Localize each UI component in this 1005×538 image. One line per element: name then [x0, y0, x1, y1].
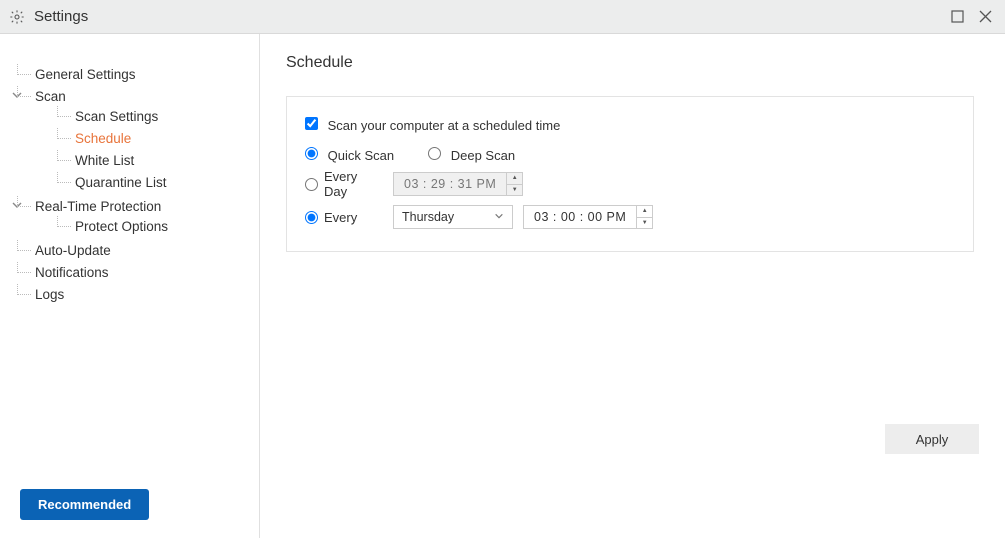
quick-scan-text: Quick Scan: [328, 148, 394, 163]
day-dropdown-value: Thursday: [402, 210, 494, 224]
tree-item-general[interactable]: General Settings: [35, 64, 259, 86]
scheduled-scan-text: Scan your computer at a scheduled time: [328, 118, 561, 133]
every-time-value: 03 : 00 : 00 PM: [524, 210, 636, 224]
sidebar: General Settings Scan Scan Settings Sche…: [0, 34, 260, 538]
quick-scan-radio-label[interactable]: Quick Scan: [305, 147, 394, 163]
tree-item-quarantine[interactable]: Quarantine List: [75, 172, 259, 194]
maximize-button[interactable]: [945, 5, 969, 29]
tree-item-rtp[interactable]: Real-Time Protection Protect Options: [35, 196, 259, 240]
every-radio[interactable]: [305, 211, 318, 224]
tree-item-notifications[interactable]: Notifications: [35, 262, 259, 284]
spin-down-icon[interactable]: ▼: [637, 218, 652, 229]
recommended-button[interactable]: Recommended: [20, 489, 149, 520]
tree-item-logs[interactable]: Logs: [35, 284, 259, 306]
every-day-time-value: 03 : 29 : 31 PM: [394, 177, 506, 191]
deep-scan-radio-label[interactable]: Deep Scan: [428, 147, 515, 163]
tree-item-auto-update[interactable]: Auto-Update: [35, 240, 259, 262]
scheduled-scan-checkbox[interactable]: [305, 117, 318, 130]
close-button[interactable]: [973, 5, 997, 29]
page-heading: Schedule: [286, 54, 979, 72]
time-spinner[interactable]: ▲ ▼: [636, 206, 652, 228]
every-day-radio-label[interactable]: Every Day: [305, 169, 383, 199]
spin-up-icon[interactable]: ▲: [637, 206, 652, 218]
every-day-radio[interactable]: [305, 178, 318, 191]
every-time-picker[interactable]: 03 : 00 : 00 PM ▲ ▼: [523, 205, 653, 229]
apply-button[interactable]: Apply: [885, 424, 979, 454]
tree-item-protect-options[interactable]: Protect Options: [75, 216, 259, 238]
scheduled-scan-checkbox-label[interactable]: Scan your computer at a scheduled time: [305, 117, 560, 133]
content-pane: Schedule Scan your computer at a schedul…: [260, 34, 1005, 538]
tree-item-whitelist[interactable]: White List: [75, 150, 259, 172]
tree-item-scan-settings[interactable]: Scan Settings: [75, 106, 259, 128]
deep-scan-radio[interactable]: [428, 147, 441, 160]
day-dropdown[interactable]: Thursday: [393, 205, 513, 229]
window-title: Settings: [34, 8, 88, 25]
gear-icon: [8, 8, 26, 26]
settings-tree: General Settings Scan Scan Settings Sche…: [0, 64, 259, 306]
quick-scan-radio[interactable]: [305, 147, 318, 160]
deep-scan-text: Deep Scan: [451, 148, 515, 163]
every-text: Every: [324, 210, 357, 225]
tree-item-scan[interactable]: Scan Scan Settings Schedule White List Q…: [35, 86, 259, 196]
titlebar: Settings: [0, 0, 1005, 34]
schedule-panel: Scan your computer at a scheduled time Q…: [286, 96, 974, 252]
every-day-text: Every Day: [324, 169, 383, 199]
every-radio-label[interactable]: Every: [305, 210, 383, 225]
chevron-down-icon: [494, 210, 504, 224]
every-day-time-picker[interactable]: 03 : 29 : 31 PM ▲ ▼: [393, 172, 523, 196]
spin-down-icon[interactable]: ▼: [507, 185, 522, 196]
tree-item-schedule[interactable]: Schedule: [75, 128, 259, 150]
time-spinner[interactable]: ▲ ▼: [506, 173, 522, 195]
spin-up-icon[interactable]: ▲: [507, 173, 522, 185]
